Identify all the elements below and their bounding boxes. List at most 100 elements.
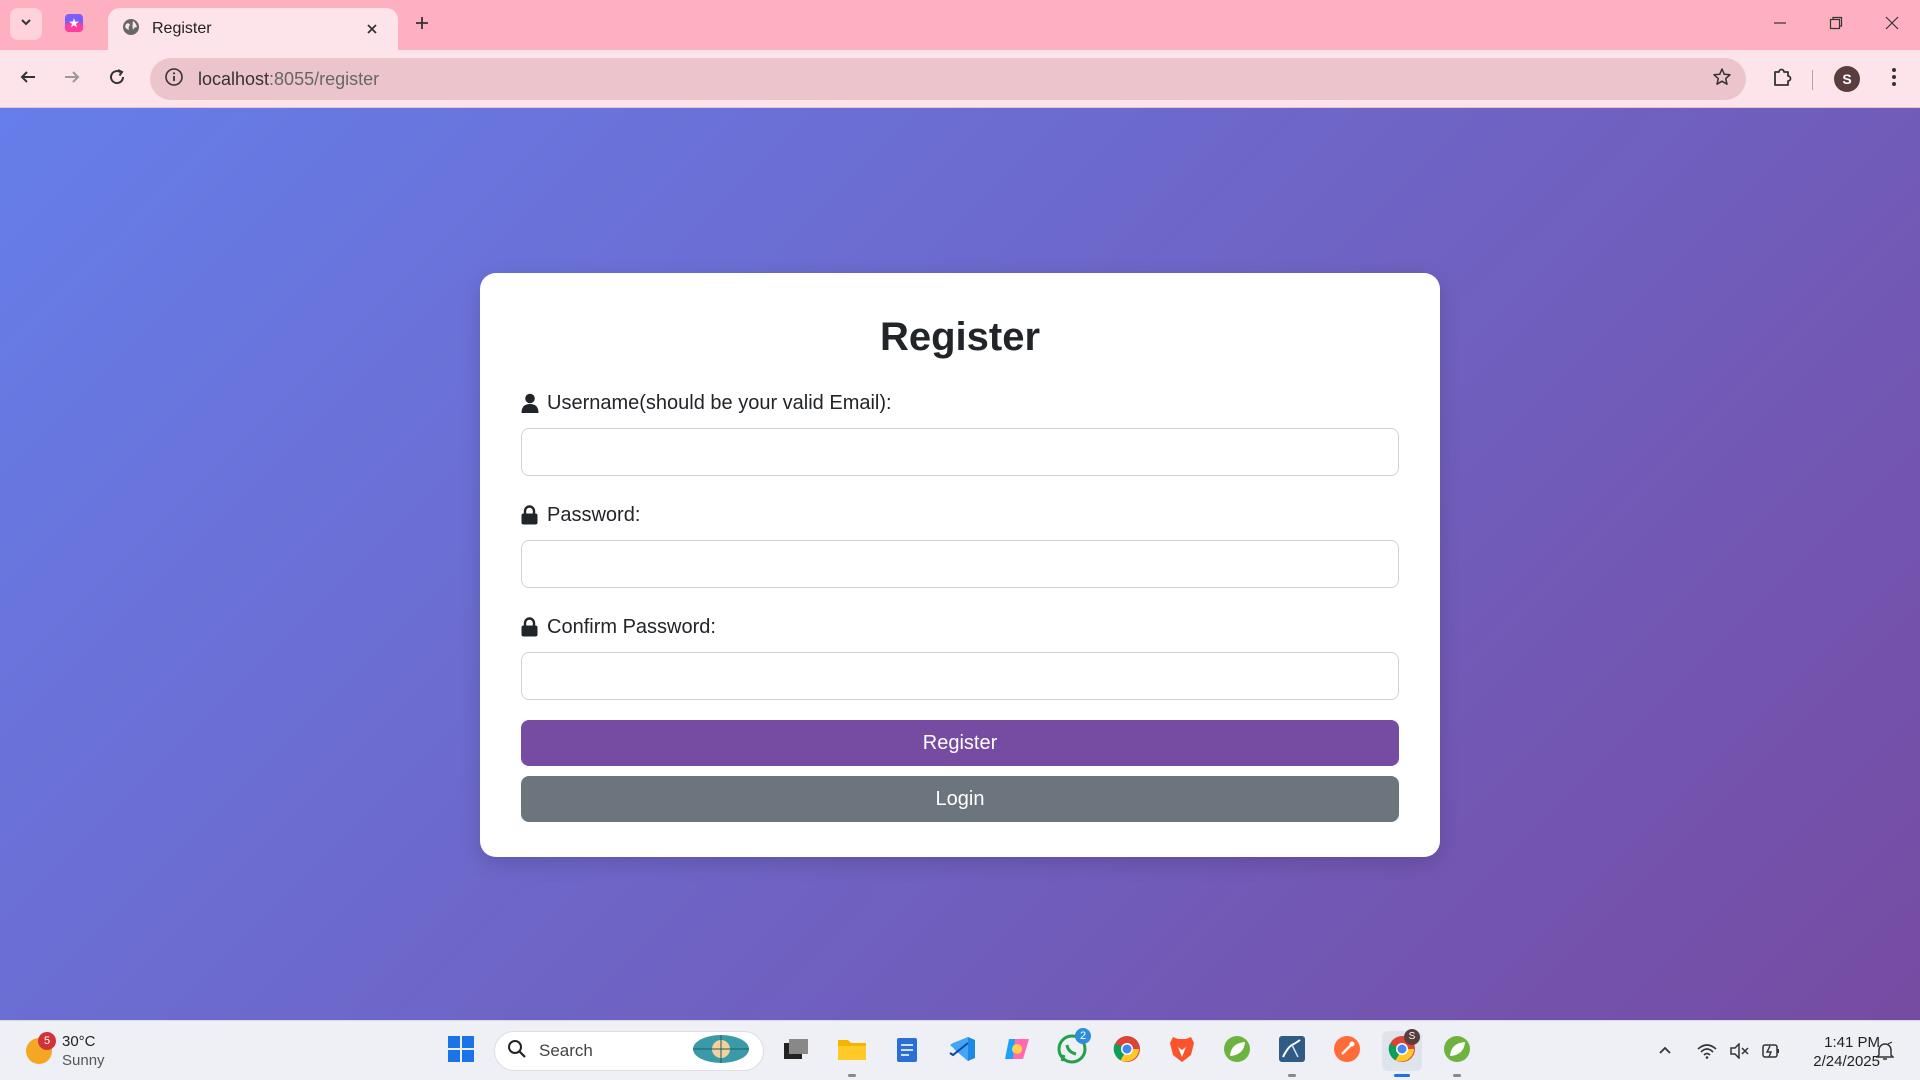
search-highlight-icon: [691, 1033, 751, 1070]
confirm-password-label: Confirm Password:: [521, 614, 1399, 640]
postman-icon: [1333, 1035, 1361, 1068]
taskbar-spring-tool[interactable]: [1217, 1031, 1257, 1071]
arrow-right-icon: [63, 68, 81, 91]
lock-icon: [521, 505, 539, 525]
notifications-bell-icon[interactable]: [1870, 1036, 1900, 1066]
toolbar-divider: [1812, 70, 1813, 90]
minimize-icon: [1773, 16, 1787, 35]
taskbar: 5 30°C Sunny Search 2 S 1:41 PM 2/24/202…: [0, 1020, 1920, 1080]
search-icon: [507, 1039, 527, 1064]
taskbar-brave[interactable]: [1162, 1031, 1202, 1071]
window-controls: [1752, 0, 1920, 50]
chrome-icon: [1113, 1035, 1141, 1068]
confirm-password-input[interactable]: [521, 652, 1399, 700]
puzzle-icon: [1771, 66, 1793, 93]
sun-icon: 5: [26, 1032, 56, 1064]
taskbar-vscode[interactable]: [942, 1031, 982, 1071]
tab-search-button[interactable]: [10, 8, 42, 40]
profile-avatar[interactable]: S: [1834, 66, 1860, 92]
lock-icon: [521, 617, 539, 637]
restore-icon: [1829, 16, 1843, 35]
task-view-icon: [783, 1038, 809, 1065]
page-title: Register: [879, 315, 1041, 359]
clock-date: 2/24/2025: [1813, 1053, 1880, 1070]
running-indicator: [1288, 1074, 1296, 1077]
extensions-button[interactable]: [1766, 63, 1798, 95]
reload-button[interactable]: [101, 63, 133, 95]
volume-muted-icon[interactable]: [1724, 1036, 1754, 1066]
browser-menu-button[interactable]: [1878, 63, 1910, 95]
active-tab[interactable]: Register: [108, 8, 398, 50]
back-button[interactable]: [12, 63, 44, 95]
folder-icon: [837, 1037, 867, 1066]
address-bar[interactable]: localhost:8055/register: [150, 58, 1746, 100]
login-button[interactable]: Login: [521, 776, 1399, 822]
chevron-up-icon[interactable]: [1650, 1036, 1680, 1066]
weather-widget[interactable]: 5 30°C Sunny: [26, 1029, 105, 1073]
weather-temperature: 30°C: [62, 1033, 96, 1050]
spring-leaf-icon: [1443, 1035, 1471, 1068]
running-indicator: [1453, 1074, 1461, 1077]
task-view-button[interactable]: [776, 1031, 816, 1071]
register-card: Register Username(should be your valid E…: [480, 273, 1440, 857]
chevron-down-icon: [19, 15, 33, 34]
plus-icon: [414, 15, 430, 36]
pinned-tab[interactable]: [62, 13, 86, 37]
weather-condition: Sunny: [62, 1052, 105, 1069]
battery-icon[interactable]: [1756, 1036, 1786, 1066]
start-button[interactable]: [441, 1031, 481, 1071]
password-label: Password:: [521, 502, 1399, 528]
taskbar-postman[interactable]: [1327, 1031, 1367, 1071]
username-input[interactable]: [521, 428, 1399, 476]
taskbar-notepad[interactable]: [887, 1031, 927, 1071]
search-label: Search: [539, 1041, 593, 1060]
password-group: Password:: [521, 502, 1399, 588]
active-indicator: [1394, 1074, 1410, 1077]
taskbar-mysql-workbench[interactable]: [1272, 1031, 1312, 1077]
system-tray: [1650, 1031, 1788, 1071]
taskbar-whatsapp[interactable]: 2: [1052, 1027, 1092, 1071]
password-input[interactable]: [521, 540, 1399, 588]
copilot-icon: [1003, 1035, 1031, 1068]
taskbar-chrome[interactable]: [1107, 1031, 1147, 1071]
url-text: localhost:8055/register: [198, 69, 1712, 90]
globe-icon: [122, 18, 140, 41]
taskbar-chrome-profile[interactable]: S: [1382, 1028, 1422, 1077]
mysql-workbench-icon: [1278, 1035, 1306, 1068]
bookmark-star-icon[interactable]: [1712, 67, 1732, 92]
close-icon[interactable]: [360, 17, 384, 41]
close-icon: [1885, 16, 1899, 35]
reload-icon: [108, 68, 126, 91]
confirm-password-label-text: Confirm Password:: [547, 615, 716, 638]
user-icon: [521, 393, 539, 413]
url-path: :8055/register: [269, 68, 380, 89]
username-group: Username(should be your valid Email):: [521, 390, 1399, 476]
whatsapp-icon: 2: [1057, 1027, 1091, 1069]
browser-toolbar: localhost:8055/register: [0, 50, 1920, 108]
windows-logo-icon: [447, 1035, 475, 1068]
browser-tab-bar: Register: [0, 0, 1920, 50]
restore-button[interactable]: [1808, 0, 1864, 50]
confirm-password-group: Confirm Password:: [521, 614, 1399, 700]
taskbar-file-explorer[interactable]: [832, 1031, 872, 1077]
chrome-icon: S: [1388, 1028, 1420, 1068]
page-background: Register Username(should be your valid E…: [0, 108, 1920, 1020]
taskbar-spring-tool-2[interactable]: [1437, 1031, 1477, 1077]
username-label-text: Username(should be your valid Email):: [547, 391, 892, 414]
system-clock[interactable]: 1:41 PM 2/24/2025: [1790, 1033, 1880, 1071]
weather-badge: 5: [38, 1032, 56, 1050]
forward-button[interactable]: [56, 63, 88, 95]
spring-leaf-icon: [1223, 1035, 1251, 1068]
minimize-button[interactable]: [1752, 0, 1808, 50]
taskbar-search[interactable]: Search: [494, 1031, 764, 1071]
taskbar-copilot[interactable]: [997, 1031, 1037, 1071]
register-button[interactable]: Register: [521, 720, 1399, 766]
brave-icon: [1169, 1035, 1195, 1068]
weather-text: 30°C Sunny: [62, 1032, 105, 1070]
close-window-button[interactable]: [1864, 0, 1920, 50]
wifi-icon[interactable]: [1692, 1036, 1722, 1066]
profile-badge: S: [1404, 1028, 1420, 1045]
site-info-icon[interactable]: [164, 67, 184, 92]
new-tab-button[interactable]: [408, 11, 436, 39]
more-vertical-icon: [1891, 67, 1897, 92]
